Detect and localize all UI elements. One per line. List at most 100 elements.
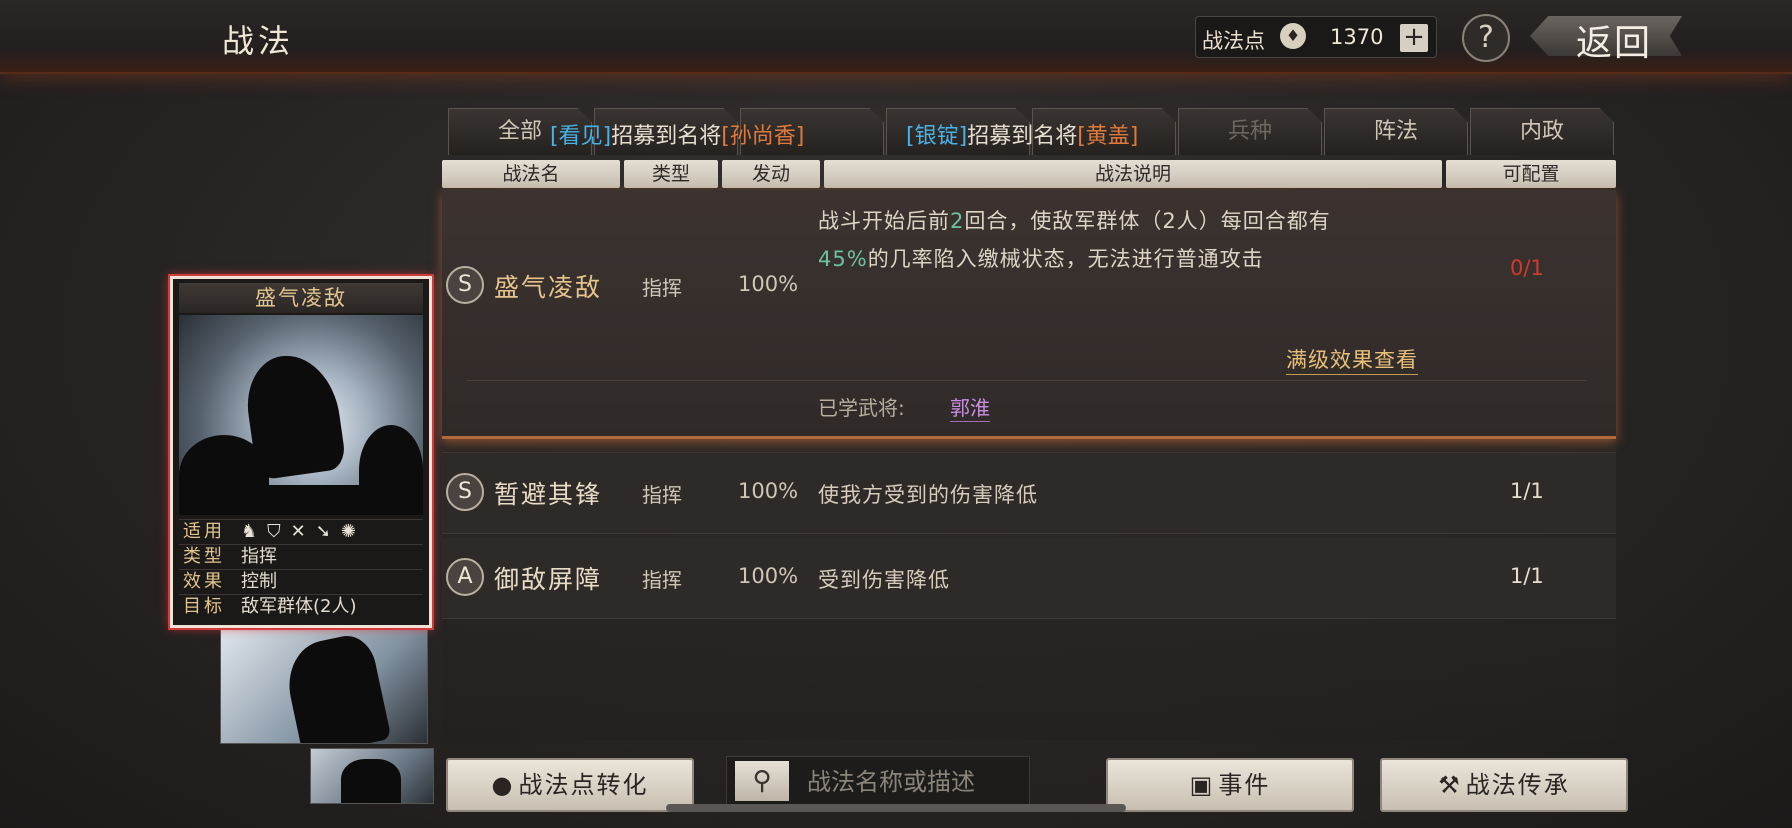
notice-player: 银锭 bbox=[914, 124, 959, 149]
config-count: 1/1 bbox=[1510, 479, 1544, 503]
desc-text: 战斗开始后前 bbox=[818, 209, 950, 233]
event-icon: ▣ bbox=[1189, 771, 1215, 799]
skill-card: 盛气凌敌 适用 ♞⛉✕➘✺ 类型 指挥 效果 控制 目标 敌军群体(2人) bbox=[170, 276, 432, 628]
card-art-silhouette bbox=[280, 630, 392, 743]
skill-points-value: 1370 bbox=[1330, 25, 1384, 49]
convert-points-button[interactable]: ● 战法点转化 bbox=[446, 758, 694, 812]
tab-label: 内政 bbox=[1519, 119, 1564, 144]
events-button[interactable]: ▣ 事件 bbox=[1106, 758, 1354, 812]
search-icon[interactable]: ⚲ bbox=[735, 761, 789, 801]
button-label: 事件 bbox=[1218, 771, 1271, 799]
siege-icon: ✺ bbox=[340, 521, 366, 542]
recruit-notice: [银锭]招募到名将[黄盖] bbox=[906, 118, 1138, 150]
flame-icon: ♦ bbox=[1280, 23, 1306, 49]
skill-card-stack bbox=[310, 748, 434, 804]
column-header-rate[interactable]: 发动 bbox=[722, 160, 820, 188]
card-art-silhouette bbox=[341, 759, 401, 803]
skill-name: 盛气凌敌 bbox=[494, 273, 603, 302]
notice-bracket: ] bbox=[602, 124, 612, 149]
card-attr-label: 类型 bbox=[183, 546, 225, 567]
card-row-type: 类型 指挥 bbox=[179, 544, 423, 569]
skill-rate: 100% bbox=[738, 272, 799, 296]
card-attr-value: 敌军群体(2人) bbox=[241, 596, 357, 617]
notice-bracket: [ bbox=[550, 124, 559, 149]
skill-rate: 100% bbox=[738, 564, 799, 588]
hammer-icon: ⚒ bbox=[1438, 771, 1462, 799]
skill-row[interactable]: A 御敌屏障 指挥 100% 受到伤害降低 1/1 bbox=[442, 538, 1616, 619]
skill-type: 指挥 bbox=[642, 568, 682, 592]
skill-card-stack bbox=[220, 628, 428, 744]
card-row-target: 目标 敌军群体(2人) bbox=[179, 594, 423, 619]
card-art-ground bbox=[179, 485, 423, 515]
troop-type-icons: ♞⛉✕➘✺ bbox=[241, 520, 366, 544]
page-title: 战法 bbox=[222, 22, 295, 60]
skill-description: 使我方受到的伤害降低 bbox=[818, 483, 1038, 507]
max-level-effect-link[interactable]: 满级效果查看 bbox=[1286, 344, 1418, 375]
learned-general-name[interactable]: 郭淮 bbox=[950, 392, 990, 422]
cavalry-icon: ♞ bbox=[241, 521, 268, 542]
top-bar: 战法 战法点 ♦ 1370 + ? 返回 bbox=[0, 0, 1792, 74]
row-divider bbox=[466, 380, 1586, 381]
desc-text: 的几率陷入缴械状态，无法进行普通攻击 bbox=[867, 247, 1264, 271]
home-indicator[interactable] bbox=[666, 804, 1126, 812]
column-header-type[interactable]: 类型 bbox=[624, 160, 718, 188]
search-box: ⚲ bbox=[726, 756, 1030, 806]
table-header: 战法名 类型 发动 战法说明 可配置 bbox=[442, 160, 1616, 188]
search-input[interactable] bbox=[805, 763, 1023, 801]
desc-text: 回合，使敌军群体（2人）每回合都有 bbox=[964, 209, 1331, 233]
notice-bracket: [ bbox=[906, 124, 915, 149]
skill-name: 御敌屏障 bbox=[494, 565, 603, 594]
card-attr-value: 控制 bbox=[241, 571, 277, 592]
grade-badge: S bbox=[446, 266, 484, 304]
skill-rate: 100% bbox=[738, 479, 799, 503]
card-row-applies: 适用 ♞⛉✕➘✺ bbox=[179, 519, 423, 544]
tab-troops[interactable]: 兵种 bbox=[1178, 108, 1322, 155]
column-header-config[interactable]: 可配置 bbox=[1446, 160, 1616, 188]
skill-points-label: 战法点 bbox=[1202, 29, 1265, 53]
config-count: 1/1 bbox=[1510, 564, 1544, 588]
tab-label: 兵种 bbox=[1227, 119, 1272, 144]
card-attr-value: 指挥 bbox=[241, 546, 277, 567]
back-button[interactable]: 返回 bbox=[1530, 10, 1682, 64]
grade-badge: A bbox=[446, 558, 484, 596]
inherit-skill-button[interactable]: ⚒ 战法传承 bbox=[1380, 758, 1628, 812]
notice-player: 看见 bbox=[558, 124, 603, 149]
help-button[interactable]: ? bbox=[1462, 14, 1510, 62]
skill-row-selected[interactable]: S 盛气凌敌 指挥 100% 战斗开始后前2回合，使敌军群体（2人）每回合都有 … bbox=[442, 190, 1616, 439]
learned-general-label: 已学武将: bbox=[818, 396, 905, 420]
skill-type: 指挥 bbox=[642, 483, 682, 507]
config-count: 0/1 bbox=[1510, 256, 1544, 280]
skill-description: 战斗开始后前2回合，使敌军群体（2人）每回合都有 45%的几率陷入缴械状态，无法… bbox=[818, 202, 1418, 278]
column-header-name[interactable]: 战法名 bbox=[442, 160, 620, 188]
button-label: 战法传承 bbox=[1465, 771, 1570, 799]
skill-type: 指挥 bbox=[642, 276, 682, 300]
tab-label: 阵法 bbox=[1373, 119, 1418, 144]
notice-general: [孙尚香] bbox=[721, 124, 805, 149]
notice-text: 招募到名将 bbox=[967, 124, 1078, 149]
skill-points-display: 战法点 ♦ 1370 + bbox=[1195, 16, 1437, 58]
add-points-button[interactable]: + bbox=[1400, 24, 1428, 52]
column-header-desc: 战法说明 bbox=[824, 160, 1442, 188]
card-attr-label: 目标 bbox=[183, 596, 225, 617]
notice-general: [黄盖] bbox=[1077, 124, 1139, 149]
shield-icon: ⛉ bbox=[267, 521, 291, 542]
card-row-effect: 效果 控制 bbox=[179, 569, 423, 594]
bow-icon: ✕ bbox=[290, 521, 316, 542]
notice-bracket: ] bbox=[958, 124, 968, 149]
tab-domestic[interactable]: 内政 bbox=[1470, 108, 1614, 155]
skill-description: 受到伤害降低 bbox=[818, 568, 950, 592]
skill-row[interactable]: S 暂避其锋 指挥 100% 使我方受到的伤害降低 1/1 bbox=[442, 452, 1616, 534]
desc-number: 45% bbox=[818, 247, 868, 271]
flame-icon: ● bbox=[491, 771, 515, 799]
spear-icon: ➘ bbox=[315, 521, 341, 542]
recruit-notice: [看见]招募到名将[孙尚香] bbox=[550, 118, 804, 150]
notice-text: 招募到名将 bbox=[611, 124, 722, 149]
card-attr-label: 效果 bbox=[183, 571, 225, 592]
card-attributes: 适用 ♞⛉✕➘✺ 类型 指挥 效果 控制 目标 敌军群体(2人) bbox=[179, 519, 423, 619]
grade-badge: S bbox=[446, 473, 484, 511]
desc-number: 2 bbox=[950, 209, 965, 233]
back-button-label: 返回 bbox=[1576, 23, 1653, 64]
tab-formation[interactable]: 阵法 bbox=[1324, 108, 1468, 155]
skill-name: 暂避其锋 bbox=[494, 480, 603, 509]
card-attr-label: 适用 bbox=[183, 521, 225, 542]
